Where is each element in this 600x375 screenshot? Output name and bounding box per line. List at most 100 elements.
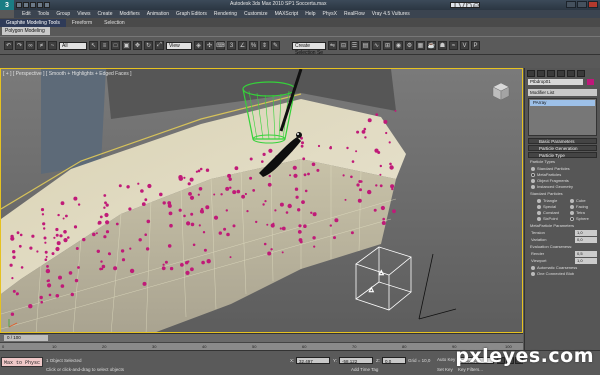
search-input[interactable]: [450, 2, 480, 8]
curve-editor-icon[interactable]: ∿: [372, 41, 381, 50]
select-manipulate-icon[interactable]: ✣: [205, 41, 214, 50]
render-coarseness-spinner[interactable]: 0,5: [575, 251, 597, 257]
render-production-icon[interactable]: ☕: [427, 41, 436, 50]
object-color-swatch[interactable]: [587, 79, 595, 85]
menu-graph-editors[interactable]: Graph Editors: [176, 11, 207, 17]
rotate-icon[interactable]: ↻: [144, 41, 153, 50]
menu-modifiers[interactable]: Modifiers: [119, 11, 139, 17]
tab-graphite-modeling-tools[interactable]: Graphite Modeling Tools: [0, 18, 66, 27]
scale-icon[interactable]: ⤢: [155, 41, 164, 50]
rendered-frame-window-icon[interactable]: ▦: [416, 41, 425, 50]
redo-icon[interactable]: [44, 2, 50, 8]
x-coordinate-field[interactable]: 32,497: [296, 357, 330, 364]
z-coordinate-field[interactable]: 0,0: [382, 357, 406, 364]
schematic-view-icon[interactable]: ⊞: [383, 41, 392, 50]
angle-snap-icon[interactable]: ∠: [238, 41, 247, 50]
menu-group[interactable]: Group: [56, 11, 70, 17]
modify-tab-icon[interactable]: [537, 70, 545, 77]
viewport-scene[interactable]: △ △: [1, 69, 523, 333]
tab-selection[interactable]: Selection: [98, 19, 131, 27]
close-button[interactable]: [588, 1, 598, 8]
move-icon[interactable]: ✥: [133, 41, 142, 50]
variation-spinner[interactable]: 0,0: [575, 237, 597, 243]
minimize-button[interactable]: [566, 1, 576, 8]
select-object-icon[interactable]: ↖: [89, 41, 98, 50]
select-by-name-icon[interactable]: ≡: [100, 41, 109, 50]
radio-sphere[interactable]: Sphere: [570, 216, 594, 222]
stack-item-parray[interactable]: PArray: [530, 100, 595, 106]
menu-customize[interactable]: Customize: [244, 11, 268, 17]
bind-space-warp-icon[interactable]: ~: [48, 41, 57, 50]
link-icon[interactable]: ∞: [26, 41, 35, 50]
reference-coordinate-dropdown[interactable]: View: [166, 41, 192, 50]
unlink-icon[interactable]: ≠: [37, 41, 46, 50]
named-selection-dropdown[interactable]: Create Selection Se: [292, 41, 326, 56]
menu-rendering[interactable]: Rendering: [214, 11, 237, 17]
vray-icon[interactable]: V: [460, 41, 469, 50]
track-bar[interactable]: 0 10 20 30 40 50 60 70 80 90 100: [0, 342, 523, 350]
save-file-icon[interactable]: [30, 2, 36, 8]
radio-instanced-geometry[interactable]: Instanced Geometry: [531, 184, 597, 190]
display-tab-icon[interactable]: [567, 70, 575, 77]
rollout-particle-generation[interactable]: Particle Generation: [528, 145, 597, 151]
physx-icon[interactable]: P: [471, 41, 480, 50]
hierarchy-tab-icon[interactable]: [547, 70, 555, 77]
render-setup-icon[interactable]: ⚙: [405, 41, 414, 50]
mirror-icon[interactable]: ⇋: [328, 41, 337, 50]
maxscript-listener[interactable]: Max to Physc: [1, 357, 43, 367]
percent-snap-icon[interactable]: %: [249, 41, 258, 50]
modifier-list-dropdown[interactable]: Modifier List: [528, 89, 597, 96]
key-filters-button[interactable]: Key Filters...: [458, 367, 483, 372]
time-slider-track[interactable]: 0 / 100: [0, 333, 523, 342]
new-file-icon[interactable]: [16, 2, 22, 8]
redo-icon[interactable]: ↷: [15, 41, 24, 50]
menu-realflow[interactable]: RealFlow: [344, 11, 365, 17]
menu-help[interactable]: Help: [305, 11, 315, 17]
utilities-tab-icon[interactable]: [577, 70, 585, 77]
app-logo-icon[interactable]: 3: [0, 0, 14, 10]
align-icon[interactable]: ⊟: [339, 41, 348, 50]
graphite-toggle-icon[interactable]: ▤: [361, 41, 370, 50]
window-crossing-icon[interactable]: ▣: [122, 41, 131, 50]
auto-key-button[interactable]: Auto Key: [437, 357, 455, 362]
tension-spinner[interactable]: 1,0: [575, 230, 597, 236]
radio-sixpoint[interactable]: SixPoint: [537, 216, 561, 222]
menu-edit[interactable]: Edit: [22, 11, 31, 17]
menu-animation[interactable]: Animation: [147, 11, 169, 17]
snaps-toggle-icon[interactable]: 3: [227, 41, 236, 50]
realflow-icon[interactable]: ≈: [449, 41, 458, 50]
add-time-tag-button[interactable]: Add Time Tag: [351, 367, 378, 372]
open-file-icon[interactable]: [23, 2, 29, 8]
polygon-modeling-panel[interactable]: Polygon Modeling: [2, 27, 50, 35]
spinner-snap-icon[interactable]: ⇕: [260, 41, 269, 50]
checkbox-one-connected-blob[interactable]: One Connected Blob: [531, 271, 597, 277]
render-iterative-icon[interactable]: ☗: [438, 41, 447, 50]
undo-icon[interactable]: ↶: [4, 41, 13, 50]
rectangle-selection-icon[interactable]: □: [111, 41, 120, 50]
material-editor-icon[interactable]: ◉: [394, 41, 403, 50]
pivot-center-icon[interactable]: ◈: [194, 41, 203, 50]
menu-tools[interactable]: Tools: [38, 11, 50, 17]
rollout-basic-parameters[interactable]: Basic Parameters: [528, 138, 597, 144]
viewport-coarseness-spinner[interactable]: 1,0: [575, 258, 597, 264]
tab-freeform[interactable]: Freeform: [66, 19, 98, 27]
rollout-particle-type[interactable]: Particle Type: [528, 152, 597, 158]
y-coordinate-field[interactable]: -58,122: [339, 357, 373, 364]
time-slider[interactable]: 0 / 100: [4, 335, 48, 341]
selection-filter-dropdown[interactable]: All: [59, 41, 87, 50]
undo-icon[interactable]: [37, 2, 43, 8]
layer-manager-icon[interactable]: ☰: [350, 41, 359, 50]
menu-create[interactable]: Create: [97, 11, 112, 17]
viewport-label[interactable]: [ + ] [ Perspective ] [ Smooth + Highlig…: [3, 71, 132, 77]
menu-maxscript[interactable]: MAXScript: [275, 11, 299, 17]
create-tab-icon[interactable]: [527, 70, 535, 77]
menu-vray[interactable]: Vray 4.5 Vultures: [372, 11, 410, 17]
menu-views[interactable]: Views: [77, 11, 90, 17]
motion-tab-icon[interactable]: [557, 70, 565, 77]
edit-named-selection-icon[interactable]: ✎: [271, 41, 280, 50]
perspective-viewport[interactable]: △ △: [0, 68, 523, 333]
object-name-field[interactable]: Ptbdrop01: [528, 79, 583, 85]
maximize-button[interactable]: [577, 1, 587, 8]
set-key-button[interactable]: Set Key: [437, 367, 453, 372]
menu-physx[interactable]: PhysX: [323, 11, 337, 17]
